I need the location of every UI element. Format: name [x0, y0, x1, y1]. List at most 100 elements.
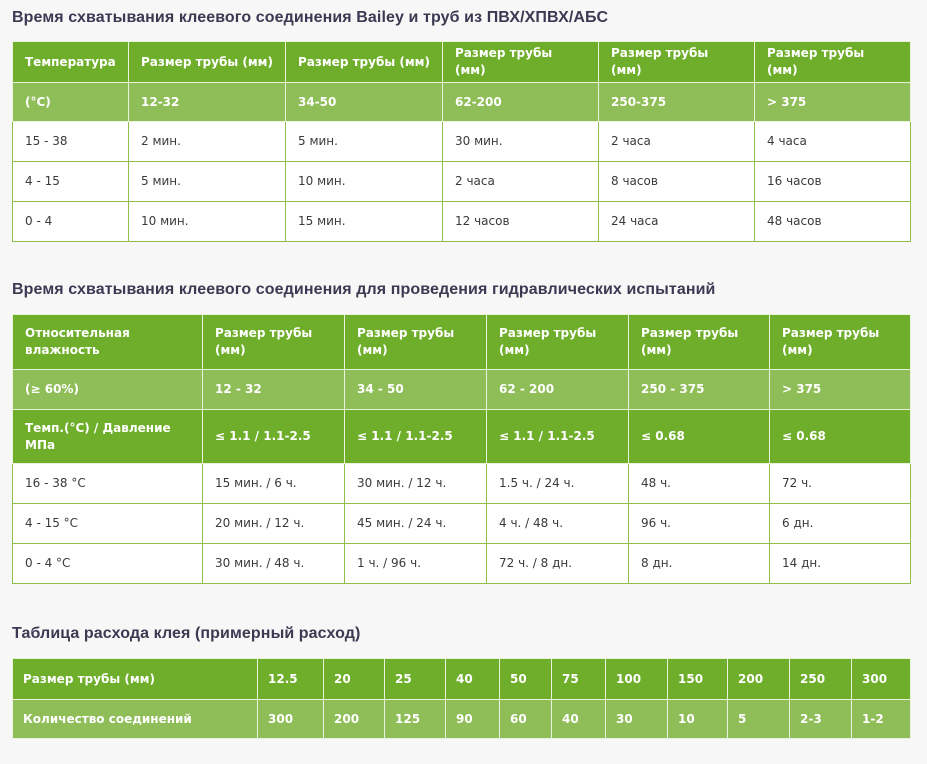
table-cell: 24 часа [598, 201, 755, 242]
pressure-row: Темп.(°C) / Давление МПа ≤ 1.1 / 1.1-2.5 ≤… [12, 409, 911, 464]
page: Время схватывания клеевого соединения Ba… [0, 0, 927, 764]
table-cell: 15 мин. / 6 ч. [202, 463, 345, 504]
table-cell: Размер трубы (мм) [128, 41, 286, 83]
table-cell: 2 часа [598, 121, 755, 162]
hydraulic-test-table: Относительная влажность Размер трубы (мм)… [12, 314, 911, 584]
table-cell: 48 ч. [628, 463, 770, 504]
header-row: Температура Размер трубы (мм) Размер трубы… [12, 41, 911, 83]
table-cell: 75 [551, 658, 606, 700]
table-cell: Размер трубы (мм) [285, 41, 443, 83]
table-cell: 40 [551, 699, 606, 739]
table-cell: 34-50 [285, 82, 443, 122]
table-cell: ≤ 0.68 [769, 409, 911, 464]
table-row: 4 - 15 5 мин. 10 мин. 2 часа 8 часов 16 часов [12, 161, 911, 202]
table-cell: 200 [323, 699, 385, 739]
table-cell: Температура [12, 41, 129, 83]
table-cell: 15 - 38 [12, 121, 129, 162]
row-label: Размер трубы (мм) [12, 658, 258, 700]
table-cell: 12-32 [128, 82, 286, 122]
table-cell: 0 - 4 [12, 201, 129, 242]
table-cell: 10 [667, 699, 728, 739]
table-cell: ≤ 1.1 / 1.1-2.5 [344, 409, 487, 464]
table-cell: 1 ч. / 96 ч. [344, 543, 487, 584]
table-cell: ≤ 1.1 / 1.1-2.5 [202, 409, 345, 464]
table-cell: 5 [727, 699, 790, 739]
table-cell: 300 [851, 658, 911, 700]
table-cell: Размер трубы (мм) [628, 314, 770, 370]
table-row: 15 - 38 2 мин. 5 мин. 30 мин. 2 часа 4 часа [12, 121, 911, 162]
table-cell: 5 мин. [128, 161, 286, 202]
table-cell: 16 часов [754, 161, 911, 202]
table-cell: Размер трубы (мм) [486, 314, 629, 370]
table-cell: 62-200 [442, 82, 599, 122]
table-cell: Размер трубы (мм) [754, 41, 911, 83]
table-cell: 96 ч. [628, 503, 770, 544]
table-cell: Темп.(°C) / Давление МПа [12, 409, 203, 464]
pipe-size-row: Размер трубы (мм) 12.5 20 25 40 50 75 100 150 200… [12, 658, 911, 700]
table-cell: 4 часа [754, 121, 911, 162]
table-cell: 150 [667, 658, 728, 700]
table-cell: 10 мин. [128, 201, 286, 242]
table-cell: 300 [257, 699, 324, 739]
table-cell: 34 - 50 [344, 369, 487, 410]
table-cell: 12.5 [257, 658, 324, 700]
table-cell: 60 [499, 699, 552, 739]
glue-consumption-table: Размер трубы (мм) 12.5 20 25 40 50 75 100 150 200… [12, 658, 911, 739]
row-label: Количество соединений [12, 699, 258, 739]
table-cell: 48 часов [754, 201, 911, 242]
table-cell: 2-3 [789, 699, 852, 739]
table-cell: > 375 [769, 369, 911, 410]
table-cell: (°C) [12, 82, 129, 122]
table-cell: 20 [323, 658, 385, 700]
table-cell: 4 - 15 [12, 161, 129, 202]
table-cell: 45 мин. / 24 ч. [344, 503, 487, 544]
table-cell: 10 мин. [285, 161, 443, 202]
table-cell: 90 [445, 699, 500, 739]
table-cell: 30 [605, 699, 668, 739]
table-cell: 8 дн. [628, 543, 770, 584]
table-cell: Размер трубы (мм) [598, 41, 755, 83]
table-cell: 5 мин. [285, 121, 443, 162]
table-cell: 25 [384, 658, 446, 700]
table-cell: 15 мин. [285, 201, 443, 242]
table-cell: 1.5 ч. / 24 ч. [486, 463, 629, 504]
table-cell: (≥ 60%) [12, 369, 203, 410]
table-row: 4 - 15 °C 20 мин. / 12 ч. 45 мин. / 24 ч. 4… [12, 503, 911, 544]
table-cell: 16 - 38 °C [12, 463, 203, 504]
table-cell: 50 [499, 658, 552, 700]
table-cell: 30 мин. / 12 ч. [344, 463, 487, 504]
table-cell: 6 дн. [769, 503, 911, 544]
joint-count-row: Количество соединений 300 200 125 90 60 40 30 10… [12, 699, 911, 739]
table-cell: 30 мин. [442, 121, 599, 162]
table-cell: 200 [727, 658, 790, 700]
header-row: Относительная влажность Размер трубы (мм)… [12, 314, 911, 370]
table-cell: 62 - 200 [486, 369, 629, 410]
table-cell: 30 мин. / 48 ч. [202, 543, 345, 584]
table-cell: 0 - 4 °C [12, 543, 203, 584]
subheader-row: (°C) 12-32 34-50 62-200 250-375 > 375 [12, 82, 911, 122]
table-cell: 250 - 375 [628, 369, 770, 410]
table-cell: Размер трубы (мм) [202, 314, 345, 370]
table-cell: 4 - 15 °C [12, 503, 203, 544]
table-cell: 2 мин. [128, 121, 286, 162]
table-cell: 250 [789, 658, 852, 700]
table-cell: ≤ 0.68 [628, 409, 770, 464]
table-cell: 72 ч. / 8 дн. [486, 543, 629, 584]
table-cell: 12 - 32 [202, 369, 345, 410]
table-cell: Размер трубы (мм) [344, 314, 487, 370]
section2-title: Время схватывания клеевого соединения дл… [12, 281, 716, 298]
table-cell: 8 часов [598, 161, 755, 202]
table-row: 0 - 4 °C 30 мин. / 48 ч. 1 ч. / 96 ч. 72 ч.… [12, 543, 911, 584]
table-cell: 4 ч. / 48 ч. [486, 503, 629, 544]
table-row: 0 - 4 10 мин. 15 мин. 12 часов 24 часа 48 час… [12, 201, 911, 242]
table-cell: 2 часа [442, 161, 599, 202]
table-cell: 72 ч. [769, 463, 911, 504]
table-cell: 250-375 [598, 82, 755, 122]
section3-title: Таблица расхода клея (примерный расход) [12, 625, 361, 642]
table-cell: Относительная влажность [12, 314, 203, 370]
table-cell: 14 дн. [769, 543, 911, 584]
section1-title: Время схватывания клеевого соединения Ba… [12, 9, 609, 26]
table-cell: > 375 [754, 82, 911, 122]
table-cell: 100 [605, 658, 668, 700]
table-cell: ≤ 1.1 / 1.1-2.5 [486, 409, 629, 464]
